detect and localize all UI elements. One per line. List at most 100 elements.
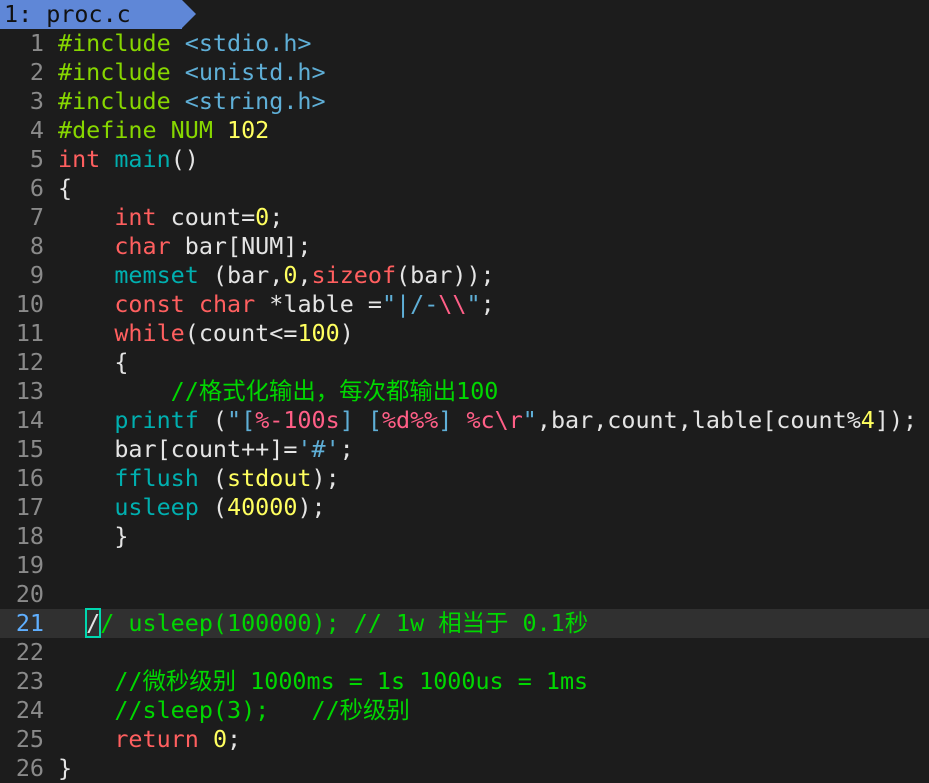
line-number: 19 xyxy=(15,551,44,579)
code-token: '#' xyxy=(297,435,340,463)
code-token: ,bar,count,lable[count% xyxy=(536,406,861,434)
code-line-23[interactable]: 23 //微秒级别 1000ms = 1s 1000us = 1ms xyxy=(0,667,929,696)
line-number: 16 xyxy=(15,464,44,492)
code-token: %-100s xyxy=(255,406,340,434)
line-number: 3 xyxy=(29,87,44,115)
line-number: 13 xyxy=(15,377,44,405)
code-line-9[interactable]: 9 memset (bar,0,sizeof(bar)); xyxy=(0,261,929,290)
line-text: while(count<=100) xyxy=(58,319,353,347)
line-number: 18 xyxy=(15,522,44,550)
code-token: ]); xyxy=(874,406,918,434)
code-token: %c\r xyxy=(466,406,523,434)
code-line-25[interactable]: 25 return 0; xyxy=(0,725,929,754)
code-line-22[interactable]: 22 xyxy=(0,638,929,667)
line-text: memset (bar,0,sizeof(bar)); xyxy=(58,261,495,289)
code-token: / usleep(100000); // 1w 相当于 0.1秒 xyxy=(100,609,589,637)
code-token: { xyxy=(58,348,129,376)
code-token: 102 xyxy=(227,116,270,144)
code-token: ] [ xyxy=(339,406,382,434)
line-text: bar[count++]='#'; xyxy=(58,435,354,463)
code-line-26[interactable]: 26} xyxy=(0,754,929,783)
line-number: 26 xyxy=(15,754,44,782)
line-number: 21 xyxy=(15,609,44,637)
code-token: 0 xyxy=(212,725,228,753)
line-text: { xyxy=(58,174,72,202)
code-token: <stdio.h> xyxy=(184,29,312,57)
code-token: int xyxy=(114,203,157,231)
line-number: 10 xyxy=(15,290,44,318)
code-line-1[interactable]: 1 #include <stdio.h> xyxy=(0,29,929,58)
line-number: 6 xyxy=(29,174,44,202)
code-token: , xyxy=(297,261,312,289)
code-token: //微秒级别 1000ms = 1s 1000us = 1ms xyxy=(114,667,589,695)
code-token: (bar)); xyxy=(396,261,495,289)
code-line-17[interactable]: 17 usleep (40000); xyxy=(0,493,929,522)
line-number: 9 xyxy=(29,261,44,289)
code-token: { xyxy=(58,174,73,202)
code-line-18[interactable]: 18 } xyxy=(0,522,929,551)
code-token: usleep xyxy=(114,493,199,521)
code-token: (bar, xyxy=(198,261,284,289)
code-line-14[interactable]: 14 printf ("[%-100s] [%d%%] %c\r",bar,co… xyxy=(0,406,929,435)
line-text: // usleep(100000); // 1w 相当于 0.1秒 xyxy=(58,608,589,638)
code-line-3[interactable]: 3 #include <string.h> xyxy=(0,87,929,116)
code-token: #define NUM xyxy=(58,116,227,144)
code-line-20[interactable]: 20 xyxy=(0,580,929,609)
code-line-15[interactable]: 15 bar[count++]='#'; xyxy=(0,435,929,464)
code-line-24[interactable]: 24 //sleep(3); //秒级别 xyxy=(0,696,929,725)
code-line-6[interactable]: 6{ xyxy=(0,174,929,203)
code-line-13[interactable]: 13 //格式化输出，每次都输出100 xyxy=(0,377,929,406)
code-token: ; xyxy=(227,725,242,753)
code-editor[interactable]: 1 #include <stdio.h> 2 #include <unistd.h> 3… xyxy=(0,29,929,783)
code-token: #include xyxy=(58,29,185,57)
code-token: #include xyxy=(58,87,185,115)
code-line-19[interactable]: 19 xyxy=(0,551,929,580)
code-token: %d%% xyxy=(381,406,439,434)
code-token: *lable = xyxy=(255,290,382,318)
code-line-5[interactable]: 5 int main() xyxy=(0,145,929,174)
code-token: memset xyxy=(114,261,199,289)
code-token: printf xyxy=(114,406,199,434)
line-number: 12 xyxy=(15,348,44,376)
code-line-4[interactable]: 4 #define NUM 102 xyxy=(0,116,929,145)
line-number: 8 xyxy=(29,232,44,260)
code-line-16[interactable]: 16 fflush (stdout); xyxy=(0,464,929,493)
code-token: ; xyxy=(339,435,354,463)
line-text: char bar[NUM]; xyxy=(58,232,311,260)
code-line-11[interactable]: 11 while(count<=100) xyxy=(0,319,929,348)
line-text: int count=0; xyxy=(58,203,283,231)
code-line-10[interactable]: 10 const char *lable ="|/-\\"; xyxy=(0,290,929,319)
line-text: //格式化输出，每次都输出100 xyxy=(58,377,499,405)
code-token: " xyxy=(522,406,537,434)
code-line-2[interactable]: 2 #include <unistd.h> xyxy=(0,58,929,87)
code-token: ; xyxy=(480,290,495,318)
line-number: 4 xyxy=(29,116,44,144)
code-token: ( xyxy=(198,493,228,521)
line-text: #include <unistd.h> xyxy=(58,58,326,86)
line-text: } xyxy=(58,522,128,550)
tab-proc-c[interactable]: 1: proc.c xyxy=(0,0,196,29)
line-text: printf ("[%-100s] [%d%%] %c\r",bar,count… xyxy=(58,406,917,434)
code-token: ; xyxy=(269,203,284,231)
line-text: const char *lable ="|/-\\"; xyxy=(58,290,495,318)
code-token: <unistd.h> xyxy=(184,58,326,86)
code-token: "|/- xyxy=(381,290,439,318)
code-line-8[interactable]: 8 char bar[NUM]; xyxy=(0,232,929,261)
code-line-7[interactable]: 7 int count=0; xyxy=(0,203,929,232)
code-line-12[interactable]: 12 { xyxy=(0,348,929,377)
line-text: #define NUM 102 xyxy=(58,116,269,144)
code-line-21[interactable]: 21 // usleep(100000); // 1w 相当于 0.1秒 xyxy=(0,608,929,638)
line-text: return 0; xyxy=(58,725,241,753)
text-cursor: / xyxy=(85,608,102,638)
